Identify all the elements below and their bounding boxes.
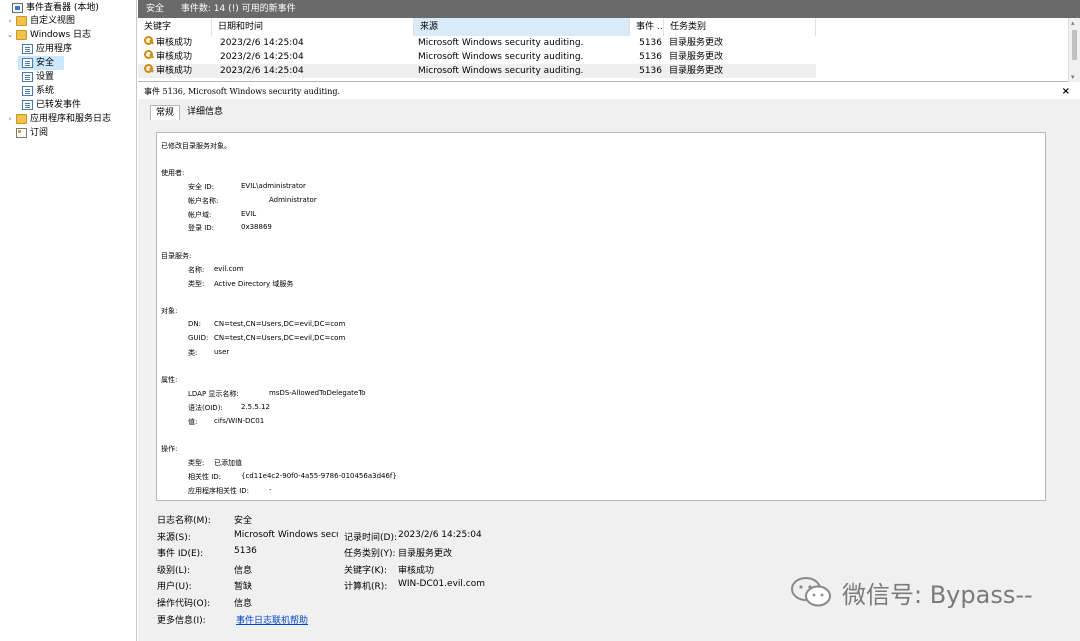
event-description-box: 已修改目录服务对象。 使用者: 安全 ID: EVIL\administrato… <box>156 132 1046 501</box>
level-label: 级别(L): <box>157 566 191 576</box>
wechat-icon <box>791 577 831 607</box>
opcode-label: 操作代码(O): <box>157 599 211 609</box>
source-value: Microsoft Windows secur <box>234 530 338 540</box>
user-label: 用户(U): <box>157 582 192 592</box>
navigation-tree: 事件查看器 (本地) › 自定义视图 ⌄ Windows 日志 应用程序 安全 … <box>0 0 137 641</box>
tree-item-label: 设置 <box>36 72 55 82</box>
log-header-bar: 安全 事件数: 14 (!) 可用的新事件 <box>138 0 1080 18</box>
expand-arrow-icon[interactable]: › <box>6 14 14 28</box>
tree-item-label: 安全 <box>36 58 55 68</box>
key-icon <box>144 64 154 74</box>
keywords-label: 关键字(K): <box>344 566 387 576</box>
column-header-keyword[interactable]: 关键字 <box>138 18 212 36</box>
tree-item-label: 应用程序 <box>36 44 73 54</box>
tree-item-label: 已转发事件 <box>36 100 82 110</box>
scroll-up-icon[interactable]: ▴ <box>1071 19 1075 27</box>
log-icon <box>22 100 33 110</box>
scroll-thumb[interactable] <box>1072 30 1077 60</box>
task-category-value: 目录服务更改 <box>398 549 453 559</box>
tree-item-label: 自定义视图 <box>30 16 76 26</box>
tree-item-setup[interactable]: 设置 <box>20 70 54 84</box>
event-id-value: 5136 <box>234 546 257 556</box>
tab-general[interactable]: 常规 <box>150 105 181 120</box>
online-help-link[interactable]: 事件日志联机帮助 <box>236 613 308 626</box>
event-count: 事件数: 14 (!) 可用的新事件 <box>180 4 296 14</box>
tree-item-system[interactable]: 系统 <box>20 84 54 98</box>
user-value: 暂缺 <box>234 582 253 592</box>
expand-arrow-icon[interactable]: › <box>6 112 14 126</box>
logged-label: 记录时间(D): <box>344 533 397 543</box>
folder-icon <box>16 16 27 26</box>
event-row[interactable]: 审核成功 2023/2/6 14:25:04 Microsoft Windows… <box>138 36 816 50</box>
computer-label: 计算机(R): <box>344 582 388 592</box>
folder-icon <box>16 114 27 124</box>
event-row[interactable]: 审核成功 2023/2/6 14:25:04 Microsoft Windows… <box>138 50 816 64</box>
event-details-title: 事件 5136, Microsoft Windows security audi… <box>138 85 1080 99</box>
log-icon <box>22 58 33 68</box>
keywords-value: 审核成功 <box>398 566 435 576</box>
log-icon <box>22 44 33 54</box>
event-viewer-icon <box>12 3 23 13</box>
log-icon <box>22 86 33 96</box>
tree-item-app-service-logs[interactable]: › 应用程序和服务日志 <box>6 112 111 126</box>
tree-item-security[interactable]: 安全 <box>18 56 64 70</box>
column-header-task[interactable]: 任务类别 <box>664 18 816 36</box>
scroll-down-icon[interactable]: ▾ <box>1071 73 1075 81</box>
folder-icon <box>16 30 27 40</box>
more-info-label: 更多信息(I): <box>157 616 206 626</box>
tree-item-label: Windows 日志 <box>30 30 92 40</box>
event-row[interactable]: 审核成功 2023/2/6 14:25:04 Microsoft Windows… <box>138 64 816 78</box>
list-scrollbar[interactable]: ▴ ▾ <box>1068 18 1080 82</box>
key-icon <box>144 36 154 46</box>
watermark: 微信号: Bypass-- <box>790 572 1033 612</box>
collapse-arrow-icon[interactable]: ⌄ <box>6 28 14 42</box>
log-name: 安全 <box>146 4 165 14</box>
level-value: 信息 <box>234 566 253 576</box>
event-list: 关键字 日期和时间 来源 事件 ... 任务类别 审核成功 2023/2/6 1… <box>138 18 1080 82</box>
tree-item-label: 系统 <box>36 86 55 96</box>
tree-item-subscriptions[interactable]: 订阅 <box>6 126 48 140</box>
tree-item-label: 应用程序和服务日志 <box>30 114 112 124</box>
subscription-icon <box>16 128 27 138</box>
tree-root-label: 事件查看器 (本地) <box>26 3 99 13</box>
tree-item-application[interactable]: 应用程序 <box>20 42 72 56</box>
tree-item-custom-views[interactable]: › 自定义视图 <box>6 14 75 28</box>
tree-item-label: 订阅 <box>30 128 49 138</box>
event-details-pane: 事件 5136, Microsoft Windows security audi… <box>138 85 1080 641</box>
tree-root[interactable]: 事件查看器 (本地) <box>2 1 99 15</box>
log-name-value: 安全 <box>234 516 253 526</box>
column-header-source[interactable]: 来源 <box>414 18 630 36</box>
logged-value: 2023/2/6 14:25:04 <box>398 530 482 540</box>
log-icon <box>22 72 33 82</box>
close-icon[interactable]: × <box>1062 85 1070 99</box>
source-label: 来源(S): <box>157 533 191 543</box>
event-id-label: 事件 ID(E): <box>157 549 204 559</box>
tree-item-forwarded-events[interactable]: 已转发事件 <box>20 98 81 112</box>
tab-details[interactable]: 详细信息 <box>182 105 228 120</box>
key-icon <box>144 50 154 60</box>
task-category-label: 任务类别(Y): <box>344 549 396 559</box>
column-header-event-id[interactable]: 事件 ... <box>630 18 664 36</box>
opcode-value: 信息 <box>234 599 253 609</box>
watermark-text: 微信号: Bypass-- <box>842 580 1033 609</box>
tree-item-windows-logs[interactable]: ⌄ Windows 日志 <box>6 28 91 42</box>
column-header-datetime[interactable]: 日期和时间 <box>212 18 414 36</box>
log-name-label: 日志名称(M): <box>157 516 211 526</box>
computer-value: WIN-DC01.evil.com <box>398 579 486 589</box>
